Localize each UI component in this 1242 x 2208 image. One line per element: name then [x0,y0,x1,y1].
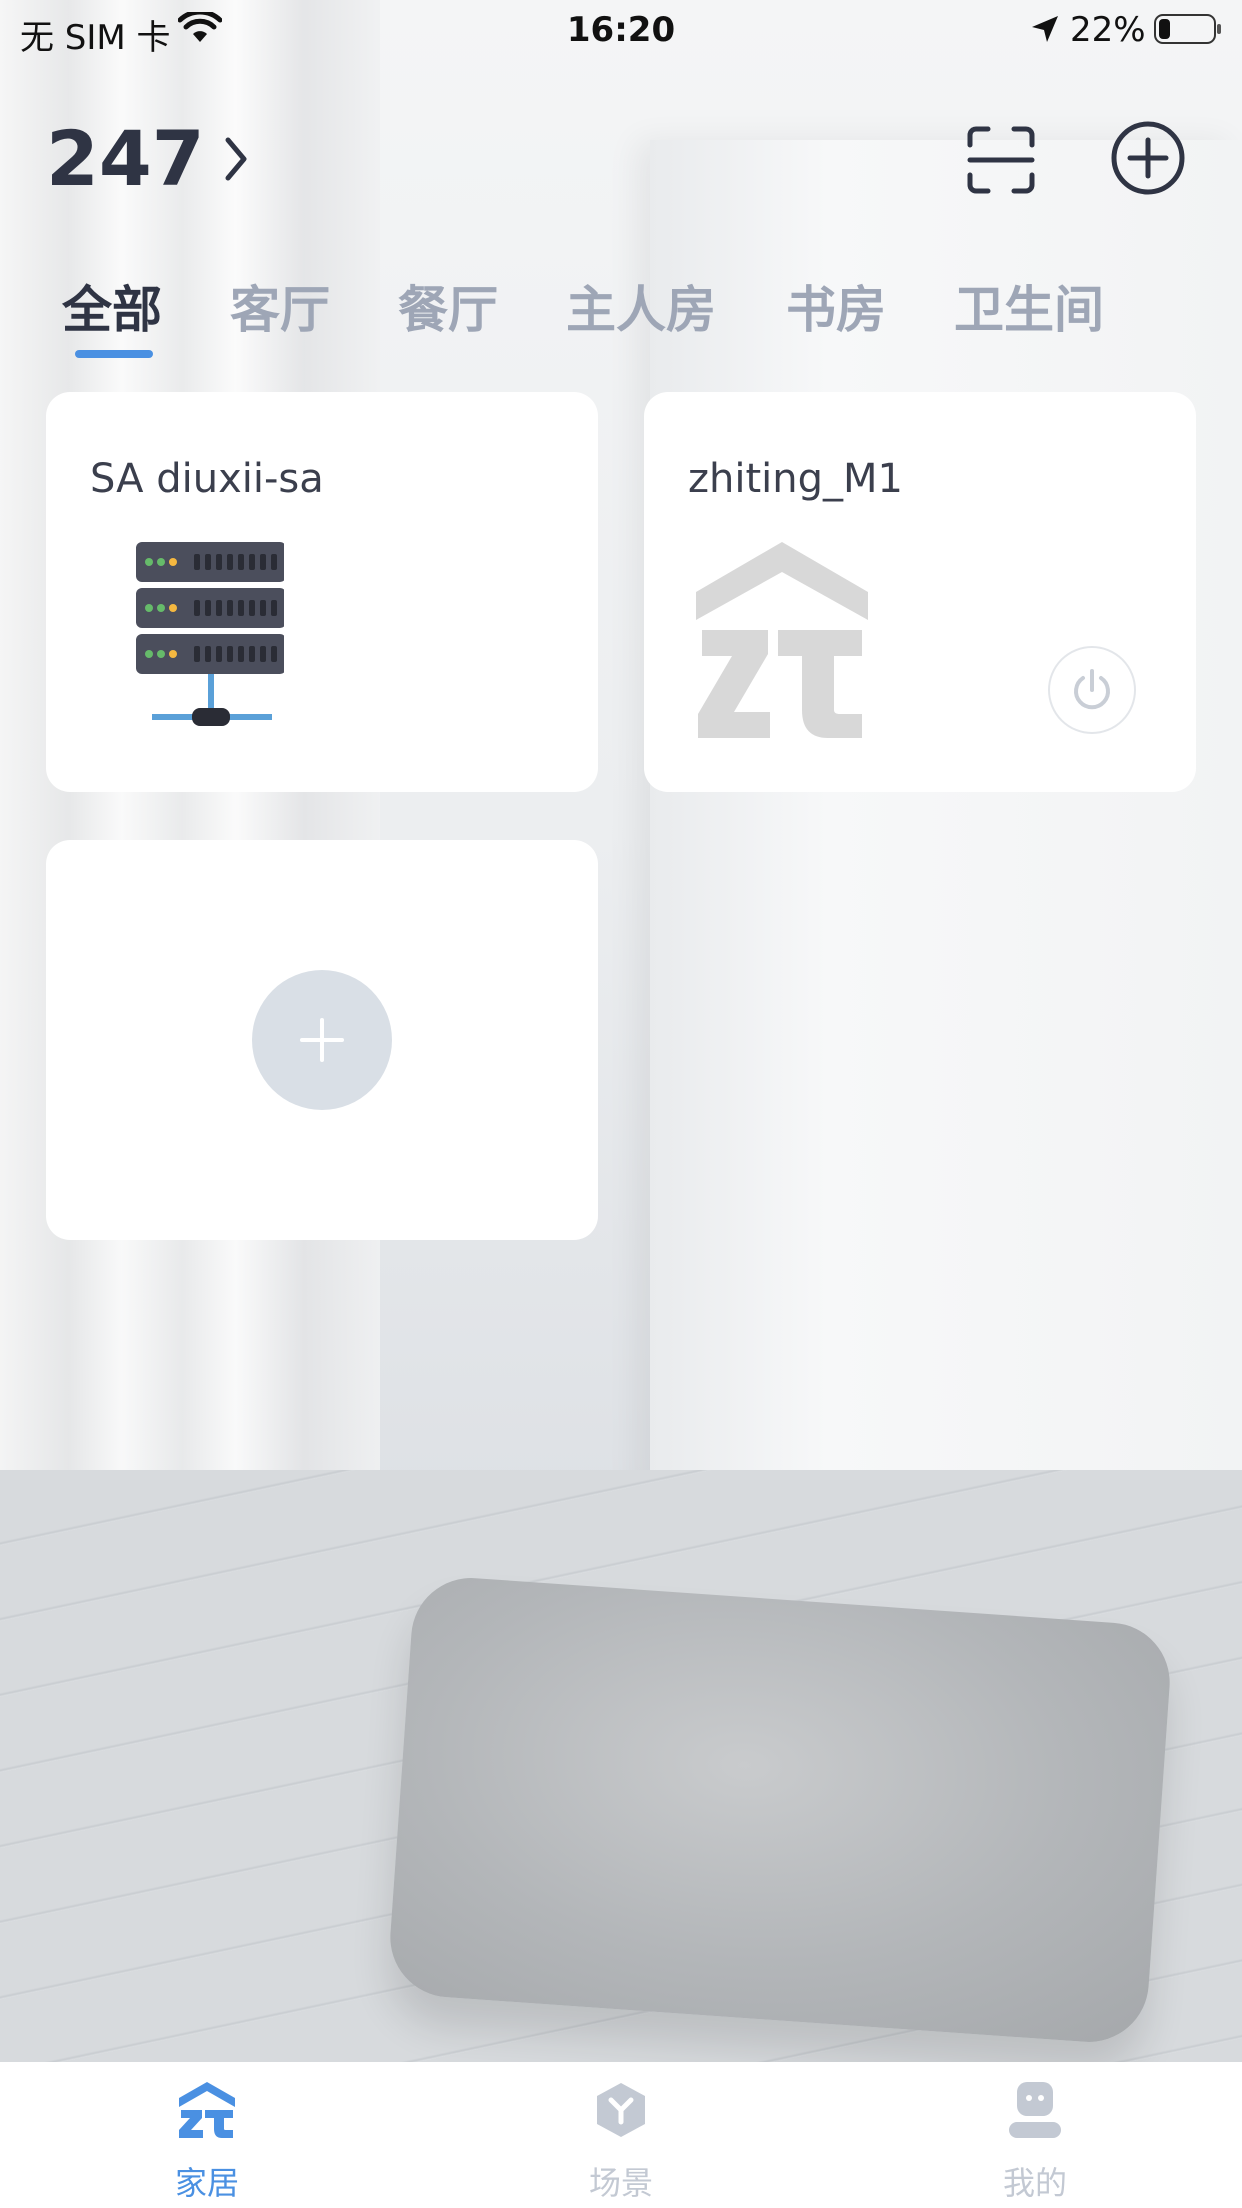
room-tabs: 全部 客厅 餐厅 主人房 书房 卫生间 [0,270,1242,360]
tab-bathroom[interactable]: 卫生间 [954,270,1104,342]
device-name: SA diuxii-sa [90,456,324,502]
add-device-button[interactable] [252,970,392,1110]
bottom-tab-profile[interactable]: 我的 [935,2062,1135,2208]
device-card-zhiting-m1[interactable]: zhiting_M1 [644,392,1196,792]
home-zt-icon [179,2082,235,2138]
tab-label: 我的 [1002,2164,1067,2202]
device-name: zhiting_M1 [688,456,903,502]
zt-logo-icon [696,542,868,738]
battery-percentage: 22% [1070,10,1146,50]
pillow-decoration [386,1574,1174,2046]
power-button[interactable] [1048,646,1136,734]
header: 247 [0,100,1242,220]
tab-label: 场景 [588,2164,653,2202]
add-circle-icon[interactable] [1110,120,1186,196]
bottom-tab-scene[interactable]: 场景 [521,2062,721,2208]
battery-fill [1159,19,1170,39]
power-icon [1074,669,1110,710]
tab-active-indicator [75,350,153,358]
status-bar: 无 SIM 卡 16:20 22% [0,0,1242,60]
chevron-right-icon[interactable] [222,134,252,184]
tab-dining-room[interactable]: 餐厅 [398,270,498,342]
plus-icon [300,1018,344,1062]
bottom-tab-bar: 家居 场景 我的 [0,2062,1242,2208]
tab-master-bedroom[interactable]: 主人房 [566,270,716,342]
add-device-card[interactable] [46,840,598,1240]
tab-living-room[interactable]: 客厅 [230,270,330,342]
tab-study[interactable]: 书房 [786,270,886,342]
home-name[interactable]: 247 [46,114,205,203]
server-icon [136,542,284,726]
profile-icon [1009,2082,1061,2138]
battery-icon [1154,14,1221,44]
curtain-decoration [0,0,380,1650]
scene-icon [597,2083,645,2137]
tab-all[interactable]: 全部 [62,270,162,342]
bottom-tab-home[interactable]: 家居 [107,2062,307,2208]
device-card-sa[interactable]: SA diuxii-sa [46,392,598,792]
location-arrow-icon [1032,16,1058,42]
scan-icon[interactable] [966,125,1036,195]
tab-label: 家居 [174,2164,239,2202]
